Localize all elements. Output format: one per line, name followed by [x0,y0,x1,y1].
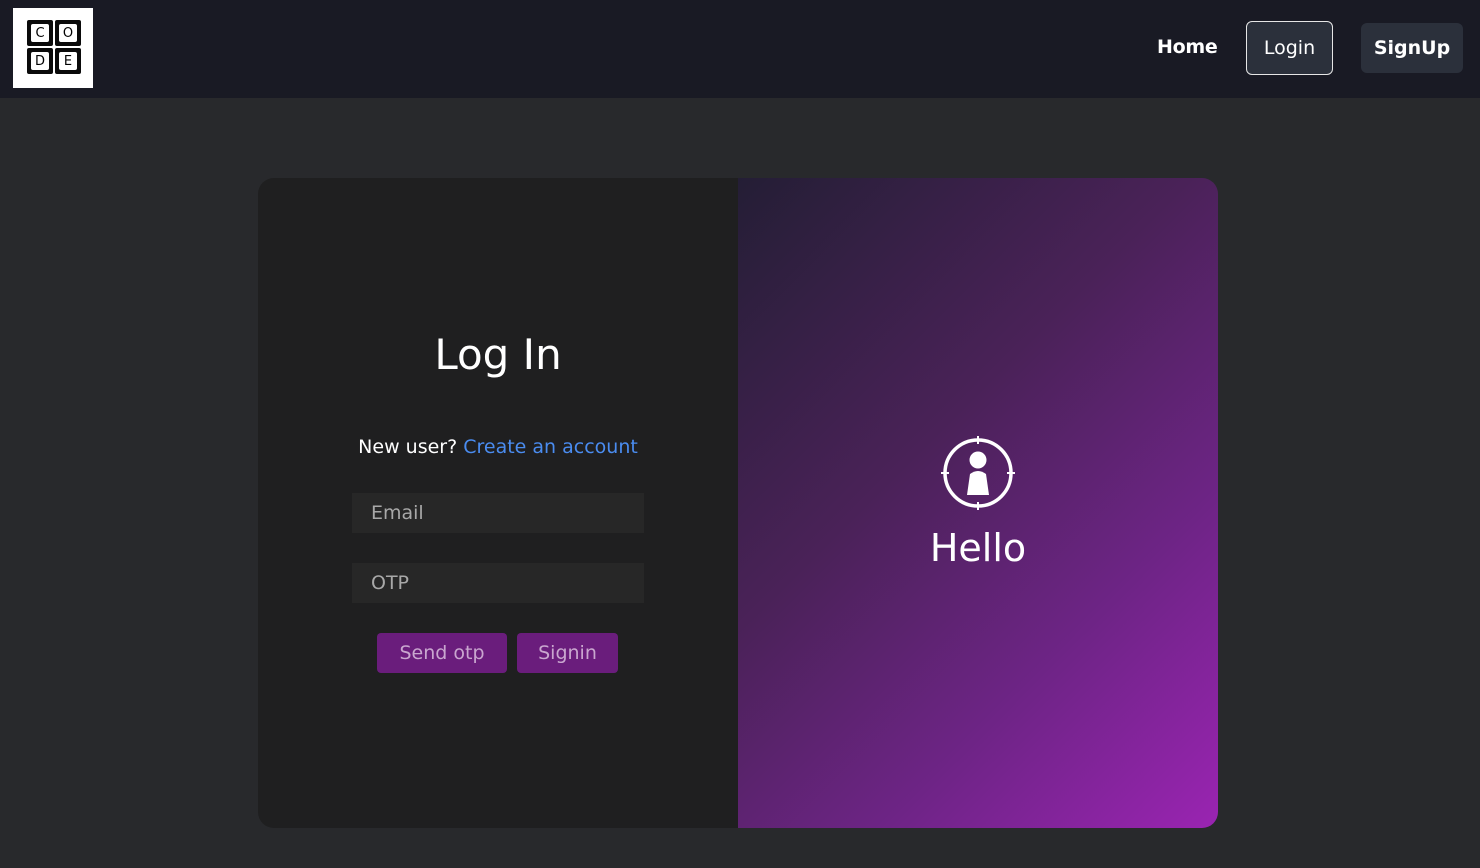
login-form-panel: Log In New user? Create an account Send … [258,178,738,828]
logo-letter-d: D [31,52,49,70]
nav-signup-button[interactable]: SignUp [1361,23,1463,73]
create-account-link[interactable]: Create an account [463,436,638,458]
logo-grid: C O D E [27,20,81,74]
hello-greeting: Hello [929,526,1027,570]
logo-letter-e: E [59,52,77,70]
welcome-panel: Hello [738,178,1218,828]
user-target-icon [941,436,1015,510]
otp-input[interactable] [352,563,644,603]
code-logo[interactable]: C O D E [13,8,93,88]
signin-button[interactable]: Signin [517,633,618,673]
login-card: Log In New user? Create an account Send … [258,178,1218,828]
nav-login-button[interactable]: Login [1246,21,1333,75]
send-otp-button[interactable]: Send otp [377,633,507,673]
new-user-row: New user? Create an account [258,436,738,458]
logo-letter-o: O [59,24,77,42]
email-input[interactable] [352,493,644,533]
logo-letter-c: C [31,24,49,42]
login-title: Log In [434,330,562,379]
new-user-prompt: New user? [358,436,458,458]
nav-home-link[interactable]: Home [1157,36,1218,58]
top-navbar: C O D E Home Login SignUp [0,0,1480,98]
